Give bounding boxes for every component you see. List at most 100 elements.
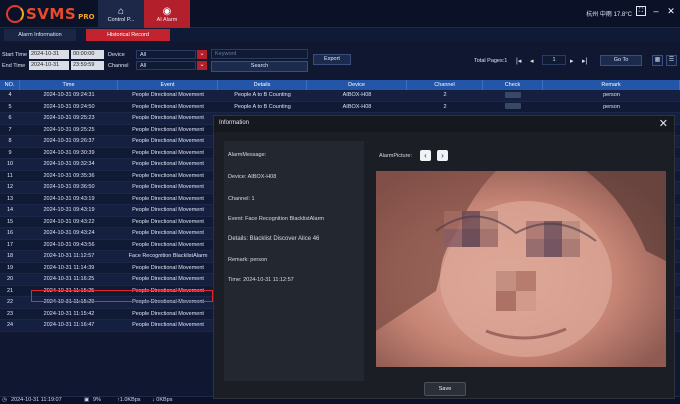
window-controls: ⛶ – ✕ [636,6,676,16]
status-datetime: 2024-10-31 11:19:07 [11,397,62,403]
cell-no: 20 [6,276,14,282]
cell-check[interactable] [483,102,543,113]
minimize-icon[interactable]: – [651,6,661,16]
cell-time: 2024-10-31 09:24:31 [43,92,95,98]
channel-select[interactable]: All [136,61,196,70]
cell-no: 6 [8,115,12,121]
fullscreen-icon[interactable]: ⛶ [636,6,646,16]
prev-picture-icon[interactable]: ‹ [420,150,431,161]
dialog-header: Information ✕ [214,116,674,132]
cell-device: AIBOX-H08 [342,103,372,110]
cell-no: 17 [6,241,14,248]
cell-no: 10 [6,161,14,167]
cell-time: 2024-10-31 09:24:50 [43,103,95,110]
cell-time: 2024-10-31 11:15:42 [43,310,95,317]
table-row[interactable]: 5 2024-10-31 09:24:50 People Directional M… [0,101,680,113]
prev-page-icon[interactable]: ◂ [530,57,534,65]
info-event: Event: Face Recognition BlacklistAlarm [228,216,324,222]
cell-no: 12 [6,184,14,190]
alarm-picture-label: AlarmPicture: [379,153,413,159]
nav-ai-alarm-label: AI Alarm [156,16,178,23]
tab-alarm-information[interactable]: Alarm Information [4,29,76,41]
close-icon[interactable]: ✕ [659,117,668,130]
filter-panel: Start Time 2024-10-31 00:00:00 End Time … [0,46,680,76]
cell-event: People Directional Movement [132,126,204,133]
check-thumbnail-icon[interactable] [505,103,521,110]
cell-no: 9 [8,149,12,156]
nav-control-panel[interactable]: ⌂ Control P... [98,0,144,28]
list-view-icon[interactable]: ☰ [666,55,677,66]
cell-time: 2024-10-31 09:43:19 [43,195,95,202]
cpu-icon: ▣ [84,397,90,403]
info-details: Details: Blacklist Discover Alice 46 [228,236,320,242]
cell-event: People Directional Movement [132,92,204,98]
table-row[interactable]: 4 2024-10-31 09:24:31 People Directional M… [0,90,680,102]
clock-icon: ◷ [2,397,7,403]
device-dropdown-icon[interactable]: ⌄ [197,50,207,59]
go-to-button[interactable]: Go To [600,55,642,66]
col-remark: Remark [543,80,680,90]
end-time-input[interactable]: 23:59:59 [71,61,104,70]
info-device: Device: AIBOX-H08 [228,174,277,180]
logo-suffix: PRO [78,13,95,21]
next-picture-icon[interactable]: › [437,150,448,161]
cell-no: 23 [6,310,14,317]
home-icon: ⌂ [117,5,125,17]
cell-time: 2024-10-31 09:25:25 [43,126,95,133]
col-check: Check [483,80,543,90]
cell-time: 2024-10-31 09:43:22 [43,218,95,225]
cell-no: 11 [7,172,13,179]
tab-row: Alarm Information Historical Record [0,28,680,42]
last-page-icon[interactable]: ▸| [582,57,587,65]
top-bar: SVMS PRO ⌂ Control P... ◉ AI Alarm 杭州 中雨… [0,0,680,28]
tab-historical-record[interactable]: Historical Record [86,29,170,41]
selected-row-highlight [31,290,213,302]
cell-event: People Directional Movement [132,149,204,156]
page-number-input[interactable]: 1 [542,55,566,65]
start-time-label: Start Time [2,52,28,58]
total-pages-label: Total Pages:1 [474,58,508,64]
close-window-icon[interactable]: ✕ [666,6,676,16]
channel-dropdown-icon[interactable]: ⌄ [197,61,207,70]
alarm-info-panel: AlarmMessage: Device: AIBOX-H08 Channel:… [224,141,364,381]
cell-time: 2024-10-31 11:16:25 [43,276,95,282]
search-button[interactable]: Search [211,61,308,72]
keyword-input[interactable]: Keyword [211,49,308,59]
table-header: NO. Time Event Details Device Channel Ch… [0,80,680,90]
next-page-icon[interactable]: ▸ [570,57,574,65]
device-label: Device [108,52,125,58]
cell-event: People Directional Movement [132,115,204,121]
cell-event: People Directional Movement [132,138,204,144]
export-button[interactable]: Export [313,54,351,65]
device-select[interactable]: All [136,50,196,59]
cell-no: 15 [6,218,14,225]
cell-event: People Directional Movement [132,276,204,282]
alarm-message-label: AlarmMessage: [228,152,267,158]
cell-channel: 2 [443,103,447,110]
cell-no: 5 [8,103,12,110]
save-button[interactable]: Save [424,382,466,396]
start-date-input[interactable]: 2024-10-31 [29,50,69,59]
alarm-photo-illustration [376,171,666,367]
information-dialog: Information ✕ AlarmMessage: Device: AIBO… [213,115,675,399]
grid-view-icon[interactable]: ▦ [652,55,663,66]
cell-event: People Directional Movement [132,195,204,202]
check-thumbnail-icon[interactable] [505,91,521,98]
status-download: ↓ 0KBps [152,397,173,403]
first-page-icon[interactable]: |◂ [516,57,521,65]
cell-event: People Directional Movement [132,310,204,317]
end-date-input[interactable]: 2024-10-31 [29,61,69,70]
cell-check[interactable] [483,90,543,101]
dialog-title: Information [219,120,250,126]
cell-time: 2024-10-31 09:36:50 [43,184,95,190]
end-time-label: End Time [2,63,26,69]
start-time-input[interactable]: 00:00:00 [71,50,104,59]
col-details: Details [218,80,307,90]
cell-no: 7 [8,126,12,133]
nav-ai-alarm[interactable]: ◉ AI Alarm [144,0,190,28]
cell-time: 2024-10-31 09:32:34 [43,161,95,167]
col-channel: Channel [407,80,483,90]
cell-time: 2024-10-31 09:30:39 [43,149,95,156]
cell-no: 14 [6,207,14,213]
cell-remark: person [603,103,620,110]
